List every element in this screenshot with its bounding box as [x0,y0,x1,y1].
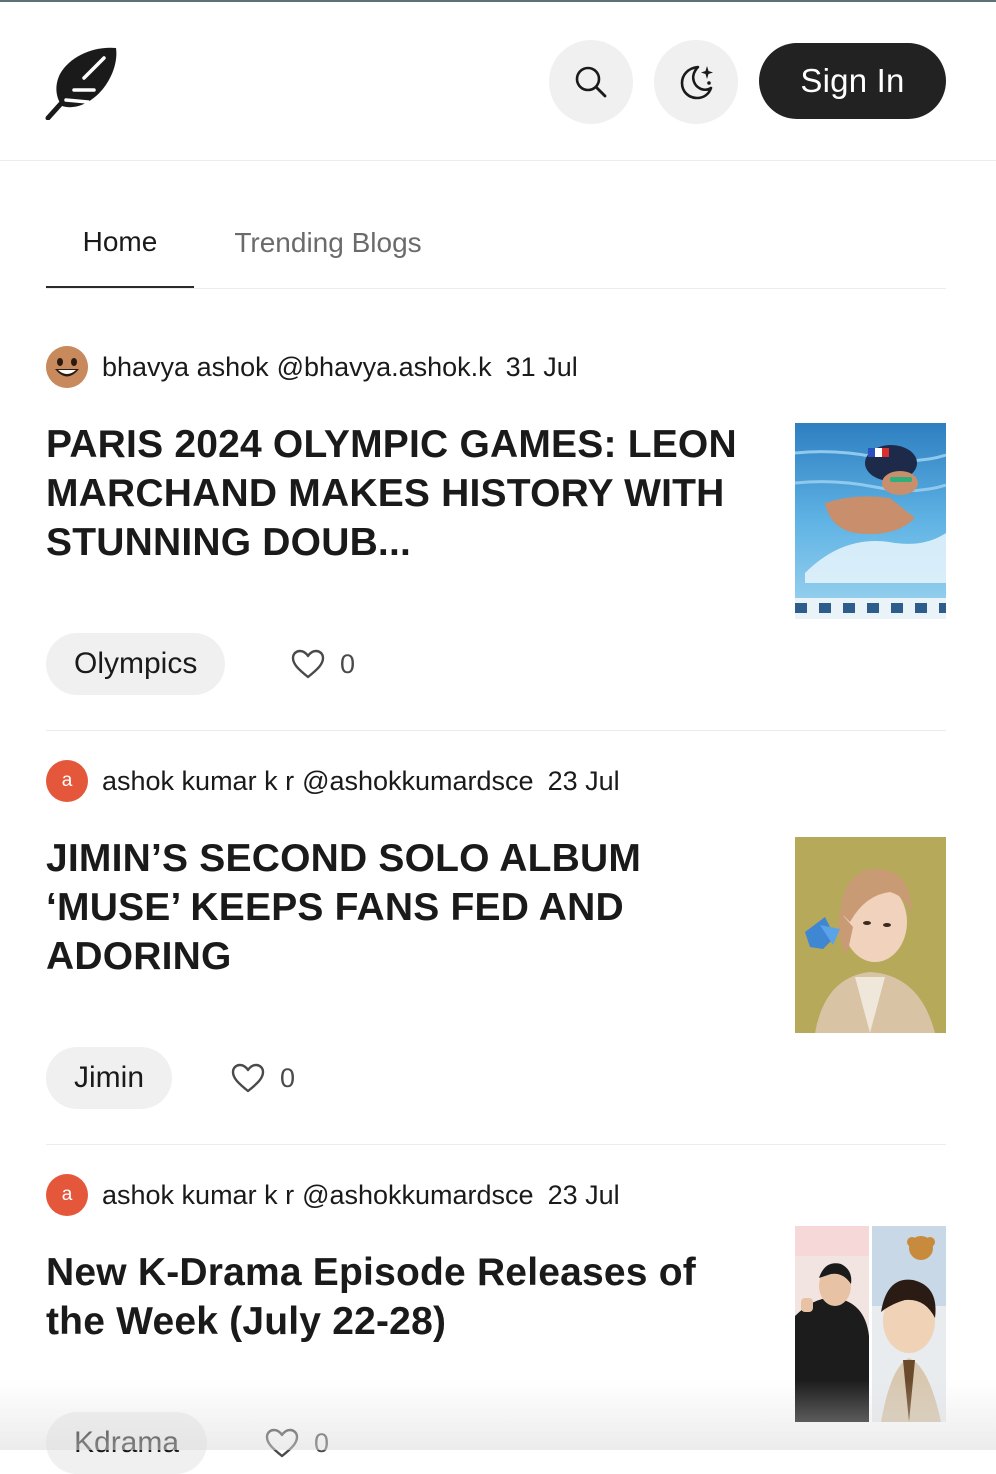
like-count: 0 [280,1062,296,1093]
jimin-portrait-photo [795,837,946,1033]
like-button[interactable]: 0 [230,1047,295,1109]
post-author-row: a ashok kumar k r @ashokkumardsce 23 Jul [46,760,620,802]
author-name[interactable]: ashok kumar k r [102,766,294,797]
smiling-face-avatar-icon [46,346,88,388]
heart-icon [265,1428,299,1458]
like-count: 0 [314,1427,330,1458]
author-handle[interactable]: @bhavya.ashok.k [277,352,492,383]
kdrama-actors-photo [795,1226,946,1422]
post-thumbnail[interactable] [795,423,946,619]
site-header: Sign In [0,2,996,161]
post-date: 23 Jul [547,765,620,796]
post-tag[interactable]: Jimin [46,1047,173,1109]
author-name[interactable]: bhavya ashok [102,352,269,383]
sign-in-button[interactable]: Sign In [759,43,946,119]
post-card[interactable]: bhavya ashok @bhavya.ashok.k 31 Jul PARI… [46,346,946,706]
post-divider [46,730,946,731]
post-divider [46,1144,946,1145]
tab-trending-blogs[interactable]: Trending Blogs [230,198,426,288]
heart-icon [291,649,325,679]
swimmer-in-pool-photo [795,423,946,619]
author-handle[interactable]: @ashokkumardsce [302,766,534,797]
like-button[interactable]: 0 [264,1412,329,1474]
feather-logo-icon[interactable] [44,44,120,120]
feed-tabs: Home Trending Blogs [46,198,946,289]
post-card[interactable]: a ashok kumar k r @ashokkumardsce 23 Jul… [46,1174,946,1474]
post-date: 23 Jul [547,1179,620,1210]
post-tag[interactable]: Olympics [46,633,226,695]
post-title[interactable]: PARIS 2024 OLYMPIC GAMES: LEON MARCHAND … [46,420,746,567]
theme-toggle-button[interactable] [654,40,738,124]
moon-sparkle-icon [680,65,713,100]
post-title[interactable]: New K-Drama Episode Releases of the Week… [46,1248,746,1346]
post-tag[interactable]: Kdrama [46,1412,208,1474]
post-date: 31 Jul [505,351,578,382]
heart-icon [231,1063,265,1093]
tab-home[interactable]: Home [46,198,194,288]
avatar[interactable]: a [46,760,88,802]
post-card[interactable]: a ashok kumar k r @ashokkumardsce 23 Jul… [46,760,946,1120]
search-button[interactable] [549,40,633,124]
post-thumbnail[interactable] [795,1226,946,1422]
avatar[interactable] [46,346,88,388]
author-name[interactable]: ashok kumar k r [102,1180,294,1211]
like-count: 0 [340,648,356,679]
search-icon [575,66,607,98]
avatar[interactable]: a [46,1174,88,1216]
post-thumbnail[interactable] [795,837,946,1033]
like-button[interactable]: 0 [290,633,355,695]
post-author-row: a ashok kumar k r @ashokkumardsce 23 Jul [46,1174,620,1216]
post-author-row: bhavya ashok @bhavya.ashok.k 31 Jul [46,346,578,388]
post-title[interactable]: JIMIN’S SECOND SOLO ALBUM ‘MUSE’ KEEPS F… [46,834,746,981]
author-handle[interactable]: @ashokkumardsce [302,1180,534,1211]
